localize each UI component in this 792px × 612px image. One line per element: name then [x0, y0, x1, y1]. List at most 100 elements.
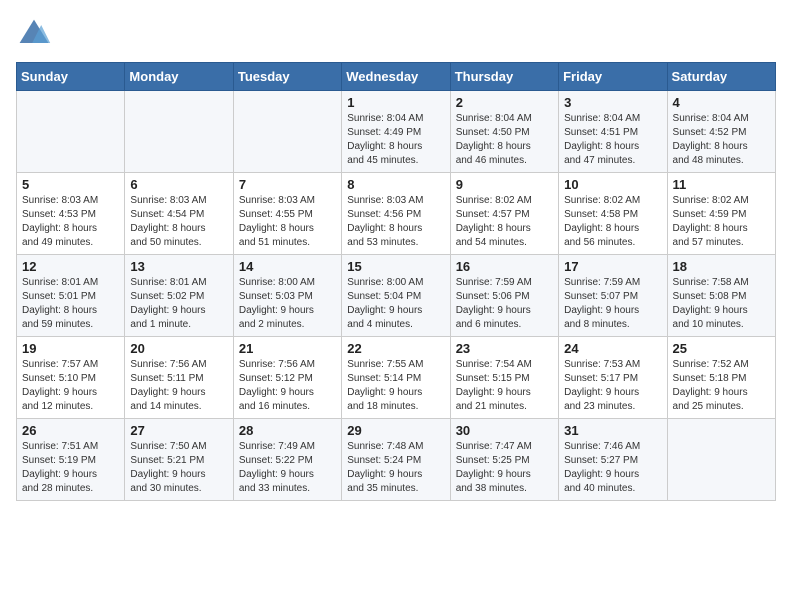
- calendar-cell: 10Sunrise: 8:02 AM Sunset: 4:58 PM Dayli…: [559, 173, 667, 255]
- day-number: 19: [22, 341, 119, 356]
- day-info: Sunrise: 8:03 AM Sunset: 4:56 PM Dayligh…: [347, 194, 444, 250]
- day-header-sunday: Sunday: [17, 63, 125, 91]
- calendar-cell: [667, 419, 775, 501]
- calendar-cell: 15 Sunrise: 8:00 AM Sunset: 5:04 PM Dayli…: [342, 255, 450, 337]
- day-info: Sunrise: 7:48 AM Sunset: 5:24 PM Dayligh…: [347, 440, 444, 496]
- calendar-cell: 3Sunrise: 8:04 AM Sunset: 4:51 PM Daylig…: [559, 91, 667, 173]
- day-number: 14: [239, 259, 336, 274]
- calendar-table: SundayMondayTuesdayWednesdayThursdayFrid…: [16, 62, 776, 501]
- calendar-cell: 6 Sunrise: 8:03 AM Sunset: 4:54 PM Daylig…: [125, 173, 233, 255]
- calendar-cell: 12 Sunrise: 8:01 AM Sunset: 5:01 PM Dayli…: [17, 255, 125, 337]
- day-header-thursday: Thursday: [450, 63, 558, 91]
- day-number: 7: [239, 177, 336, 192]
- day-info: Sunrise: 8:04 AM Sunset: 4:49 PM Dayligh…: [347, 112, 444, 168]
- day-info: Sunrise: 7:52 AM Sunset: 5:18 PM Dayligh…: [673, 358, 770, 414]
- calendar-cell: [125, 91, 233, 173]
- calendar-week-2: 5 Sunrise: 8:03 AM Sunset: 4:53 PM Daylig…: [17, 173, 776, 255]
- calendar-body: 1 Sunrise: 8:04 AM Sunset: 4:49 PM Daylig…: [17, 91, 776, 501]
- day-info: Sunrise: 8:01 AM Sunset: 5:01 PM Dayligh…: [22, 276, 119, 332]
- day-number: 13: [130, 259, 227, 274]
- day-info: Sunrise: 8:04 AM Sunset: 4:50 PM Dayligh…: [456, 112, 553, 168]
- day-info: Sunrise: 8:03 AM Sunset: 4:54 PM Dayligh…: [130, 194, 227, 250]
- day-number: 30: [456, 423, 553, 438]
- calendar-cell: 19 Sunrise: 7:57 AM Sunset: 5:10 PM Dayli…: [17, 337, 125, 419]
- calendar-week-4: 19 Sunrise: 7:57 AM Sunset: 5:10 PM Dayli…: [17, 337, 776, 419]
- calendar-cell: 27 Sunrise: 7:50 AM Sunset: 5:21 PM Dayli…: [125, 419, 233, 501]
- day-info: Sunrise: 8:03 AM Sunset: 4:53 PM Dayligh…: [22, 194, 119, 250]
- day-number: 29: [347, 423, 444, 438]
- day-number: 31: [564, 423, 661, 438]
- day-number: 3: [564, 95, 661, 110]
- calendar-cell: 29 Sunrise: 7:48 AM Sunset: 5:24 PM Dayli…: [342, 419, 450, 501]
- day-header-monday: Monday: [125, 63, 233, 91]
- calendar-week-5: 26 Sunrise: 7:51 AM Sunset: 5:19 PM Dayli…: [17, 419, 776, 501]
- day-number: 26: [22, 423, 119, 438]
- day-info: Sunrise: 8:04 AM Sunset: 4:52 PM Dayligh…: [673, 112, 770, 168]
- day-number: 11: [673, 177, 770, 192]
- day-info: Sunrise: 7:57 AM Sunset: 5:10 PM Dayligh…: [22, 358, 119, 414]
- calendar-cell: 8 Sunrise: 8:03 AM Sunset: 4:56 PM Daylig…: [342, 173, 450, 255]
- calendar-header-row: SundayMondayTuesdayWednesdayThursdayFrid…: [17, 63, 776, 91]
- calendar-cell: 18 Sunrise: 7:58 AM Sunset: 5:08 PM Dayli…: [667, 255, 775, 337]
- day-info: Sunrise: 8:02 AM Sunset: 4:57 PM Dayligh…: [456, 194, 553, 250]
- day-info: Sunrise: 7:47 AM Sunset: 5:25 PM Dayligh…: [456, 440, 553, 496]
- calendar-cell: 30 Sunrise: 7:47 AM Sunset: 5:25 PM Dayli…: [450, 419, 558, 501]
- day-info: Sunrise: 7:54 AM Sunset: 5:15 PM Dayligh…: [456, 358, 553, 414]
- day-info: Sunrise: 8:00 AM Sunset: 5:03 PM Dayligh…: [239, 276, 336, 332]
- page-header: [16, 16, 776, 52]
- calendar-cell: 11 Sunrise: 8:02 AM Sunset: 4:59 PM Dayli…: [667, 173, 775, 255]
- calendar-cell: 24Sunrise: 7:53 AM Sunset: 5:17 PM Dayli…: [559, 337, 667, 419]
- calendar-cell: 16Sunrise: 7:59 AM Sunset: 5:06 PM Dayli…: [450, 255, 558, 337]
- day-number: 16: [456, 259, 553, 274]
- day-number: 6: [130, 177, 227, 192]
- day-number: 23: [456, 341, 553, 356]
- day-number: 17: [564, 259, 661, 274]
- calendar-cell: 26 Sunrise: 7:51 AM Sunset: 5:19 PM Dayli…: [17, 419, 125, 501]
- day-number: 18: [673, 259, 770, 274]
- day-info: Sunrise: 7:56 AM Sunset: 5:11 PM Dayligh…: [130, 358, 227, 414]
- day-info: Sunrise: 8:03 AM Sunset: 4:55 PM Dayligh…: [239, 194, 336, 250]
- calendar-cell: 9 Sunrise: 8:02 AM Sunset: 4:57 PM Daylig…: [450, 173, 558, 255]
- day-number: 20: [130, 341, 227, 356]
- day-number: 22: [347, 341, 444, 356]
- calendar-cell: 5 Sunrise: 8:03 AM Sunset: 4:53 PM Daylig…: [17, 173, 125, 255]
- day-header-tuesday: Tuesday: [233, 63, 341, 91]
- day-info: Sunrise: 7:51 AM Sunset: 5:19 PM Dayligh…: [22, 440, 119, 496]
- day-number: 8: [347, 177, 444, 192]
- day-number: 4: [673, 95, 770, 110]
- calendar-cell: 1 Sunrise: 8:04 AM Sunset: 4:49 PM Daylig…: [342, 91, 450, 173]
- day-number: 15: [347, 259, 444, 274]
- day-info: Sunrise: 7:53 AM Sunset: 5:17 PM Dayligh…: [564, 358, 661, 414]
- day-info: Sunrise: 7:58 AM Sunset: 5:08 PM Dayligh…: [673, 276, 770, 332]
- day-number: 27: [130, 423, 227, 438]
- logo: [16, 16, 56, 52]
- day-number: 28: [239, 423, 336, 438]
- day-number: 2: [456, 95, 553, 110]
- day-info: Sunrise: 7:46 AM Sunset: 5:27 PM Dayligh…: [564, 440, 661, 496]
- logo-icon: [16, 16, 52, 52]
- day-info: Sunrise: 7:56 AM Sunset: 5:12 PM Dayligh…: [239, 358, 336, 414]
- day-info: Sunrise: 8:02 AM Sunset: 4:59 PM Dayligh…: [673, 194, 770, 250]
- day-info: Sunrise: 8:02 AM Sunset: 4:58 PM Dayligh…: [564, 194, 661, 250]
- day-number: 9: [456, 177, 553, 192]
- day-number: 12: [22, 259, 119, 274]
- day-number: 5: [22, 177, 119, 192]
- day-info: Sunrise: 8:00 AM Sunset: 5:04 PM Dayligh…: [347, 276, 444, 332]
- calendar-cell: 14 Sunrise: 8:00 AM Sunset: 5:03 PM Dayli…: [233, 255, 341, 337]
- calendar-cell: [233, 91, 341, 173]
- calendar-cell: 28Sunrise: 7:49 AM Sunset: 5:22 PM Dayli…: [233, 419, 341, 501]
- day-number: 21: [239, 341, 336, 356]
- calendar-cell: [17, 91, 125, 173]
- day-info: Sunrise: 7:55 AM Sunset: 5:14 PM Dayligh…: [347, 358, 444, 414]
- day-info: Sunrise: 7:50 AM Sunset: 5:21 PM Dayligh…: [130, 440, 227, 496]
- calendar-week-1: 1 Sunrise: 8:04 AM Sunset: 4:49 PM Daylig…: [17, 91, 776, 173]
- calendar-cell: 2 Sunrise: 8:04 AM Sunset: 4:50 PM Daylig…: [450, 91, 558, 173]
- day-number: 1: [347, 95, 444, 110]
- calendar-cell: 13Sunrise: 8:01 AM Sunset: 5:02 PM Dayli…: [125, 255, 233, 337]
- calendar-cell: 22 Sunrise: 7:55 AM Sunset: 5:14 PM Dayli…: [342, 337, 450, 419]
- day-header-friday: Friday: [559, 63, 667, 91]
- calendar-cell: 31 Sunrise: 7:46 AM Sunset: 5:27 PM Dayli…: [559, 419, 667, 501]
- calendar-cell: 21 Sunrise: 7:56 AM Sunset: 5:12 PM Dayli…: [233, 337, 341, 419]
- day-header-wednesday: Wednesday: [342, 63, 450, 91]
- calendar-cell: 4 Sunrise: 8:04 AM Sunset: 4:52 PM Daylig…: [667, 91, 775, 173]
